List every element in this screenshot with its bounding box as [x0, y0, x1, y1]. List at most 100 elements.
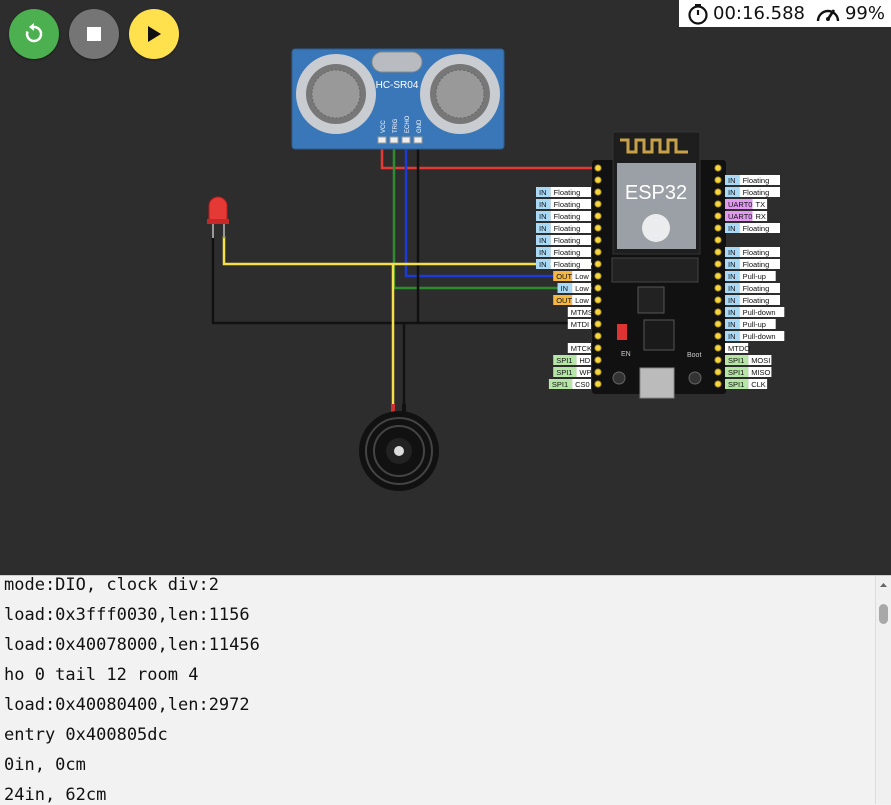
pin-tag-left: OUT Low — [553, 271, 591, 281]
pin-tag-text: Floating — [743, 284, 770, 293]
pin-header[interactable] — [714, 212, 722, 220]
pin-tag-kind: IN — [561, 284, 569, 293]
scroll-up-icon[interactable] — [876, 578, 891, 592]
pin-header[interactable] — [714, 332, 722, 340]
en-button-label: EN — [621, 351, 631, 358]
pin-header[interactable] — [594, 200, 602, 208]
pin-tag-right: SPI1 CLK — [725, 379, 768, 389]
pin-label-echo: ECHO — [405, 115, 411, 133]
pin-tag-kind: IN — [728, 260, 736, 269]
pin-header[interactable] — [594, 176, 602, 184]
serial-monitor[interactable]: mode:DIO, clock div:2 load:0x3fff0030,len… — [0, 575, 891, 805]
boot-button-label: Boot — [687, 352, 701, 359]
pin-tag-kind: SPI1 — [556, 356, 572, 365]
pin-tag-right: IN Pull-down — [725, 331, 785, 341]
pin-header[interactable] — [594, 260, 602, 268]
pin-header[interactable] — [714, 224, 722, 232]
pin-header[interactable] — [714, 284, 722, 292]
pin-tag-left: SPI1 HD — [553, 355, 591, 365]
scroll-thumb[interactable] — [879, 604, 888, 624]
pin-tag-kind: SPI1 — [556, 368, 572, 377]
pin-header[interactable] — [594, 272, 602, 280]
pin-header[interactable] — [594, 320, 602, 328]
pin-header[interactable] — [594, 296, 602, 304]
play-button[interactable] — [129, 9, 179, 59]
pin-tag-right: IN Floating — [725, 259, 780, 269]
serial-output: mode:DIO, clock div:2 load:0x3fff0030,len… — [4, 575, 260, 805]
pin-tag-text: Floating — [743, 296, 770, 305]
serial-line: ho 0 tail 12 room 4 — [4, 665, 199, 685]
pin-tag-left: IN Floating — [536, 247, 591, 257]
pin-header[interactable] — [714, 380, 722, 388]
circuit-diagram: HC-SR04 VCC TRIG ECHO GND ESP32 EN Boot … — [207, 48, 785, 491]
serial-line: mode:DIO, clock div:2 — [4, 575, 219, 595]
pin-tag-text: Pull-down — [743, 332, 776, 341]
pin-tag-left: SPI1 WP — [553, 367, 591, 377]
pin-tag-text: Floating — [554, 224, 581, 233]
right-pin-tags: IN Floating IN Floating UART0 TX UART0 RX IN Floa… — [725, 175, 785, 389]
pin-tag-right: IN Floating — [725, 295, 780, 305]
pin-tag-right: UART0 TX — [725, 199, 768, 209]
pin-tag-kind: IN — [539, 248, 547, 257]
pin-tag-kind: IN — [539, 188, 547, 197]
pin-header[interactable] — [714, 260, 722, 268]
pin-header[interactable] — [594, 380, 602, 388]
pin-header[interactable] — [594, 248, 602, 256]
pin-header[interactable] — [594, 188, 602, 196]
serial-line: 0in, 0cm — [4, 755, 86, 775]
serial-line: load:0x40078000,len:11456 — [4, 635, 260, 655]
pin-tag-kind: SPI1 — [552, 380, 568, 389]
simulation-speed: 99% — [844, 3, 885, 24]
led-red — [207, 196, 229, 238]
pin-tag-text: HD — [579, 356, 590, 365]
pin-tag-left: IN Low — [557, 283, 591, 293]
pin-header[interactable] — [714, 176, 722, 184]
pin-header[interactable] — [594, 212, 602, 220]
wire-led-gnd — [211, 236, 418, 325]
pin-tag-kind: SPI1 — [728, 368, 744, 377]
pin-header[interactable] — [594, 284, 602, 292]
pin-header[interactable] — [594, 368, 602, 376]
pin-header[interactable] — [714, 272, 722, 280]
pin-header[interactable] — [594, 224, 602, 232]
pin-header[interactable] — [714, 248, 722, 256]
pin-header[interactable] — [714, 368, 722, 376]
esp32-label: ESP32 — [625, 182, 687, 204]
buzzer — [359, 404, 439, 491]
simulation-canvas[interactable]: HC-SR04 VCC TRIG ECHO GND ESP32 EN Boot … — [0, 0, 891, 575]
pin-header[interactable] — [594, 236, 602, 244]
pin-header[interactable] — [714, 356, 722, 364]
pin-tag-text: Floating — [743, 188, 770, 197]
serial-line: load:0x3fff0030,len:1156 — [4, 605, 250, 625]
pin-tag-kind: OUT — [556, 272, 572, 281]
pin-header[interactable] — [714, 164, 722, 172]
pin-header[interactable] — [714, 236, 722, 244]
pin-tag-text: TX — [756, 200, 766, 209]
pin-tag-kind: IN — [539, 236, 547, 245]
pin-header[interactable] — [714, 188, 722, 196]
pin-header[interactable] — [594, 356, 602, 364]
pin-header[interactable] — [594, 332, 602, 340]
pin-tag-left: IN Floating — [536, 187, 591, 197]
pin-header[interactable] — [714, 296, 722, 304]
serial-line: load:0x40080400,len:2972 — [4, 695, 250, 715]
hc-sr04-sensor: HC-SR04 VCC TRIG ECHO GND — [291, 48, 505, 150]
pin-header[interactable] — [714, 308, 722, 316]
pin-tag-text: MISO — [751, 368, 770, 377]
pin-header[interactable] — [594, 164, 602, 172]
pin-tag-right: IN Floating — [725, 223, 780, 233]
pin-tag-kind: IN — [539, 224, 547, 233]
pin-header[interactable] — [594, 308, 602, 316]
pin-label-trig: TRIG — [393, 118, 399, 133]
pin-tag-right: IN Floating — [725, 283, 780, 293]
pin-header[interactable] — [714, 320, 722, 328]
serial-monitor-scrollbar[interactable] — [875, 576, 891, 804]
pin-header[interactable] — [594, 344, 602, 352]
pin-header[interactable] — [714, 200, 722, 208]
pin-tag-right: MTDO — [725, 343, 750, 353]
pin-tag-left: IN Floating — [536, 259, 591, 269]
pin-tag-text: Pull-up — [743, 320, 766, 329]
stop-button[interactable] — [69, 9, 119, 59]
pin-header[interactable] — [714, 344, 722, 352]
restart-button[interactable] — [9, 9, 59, 59]
